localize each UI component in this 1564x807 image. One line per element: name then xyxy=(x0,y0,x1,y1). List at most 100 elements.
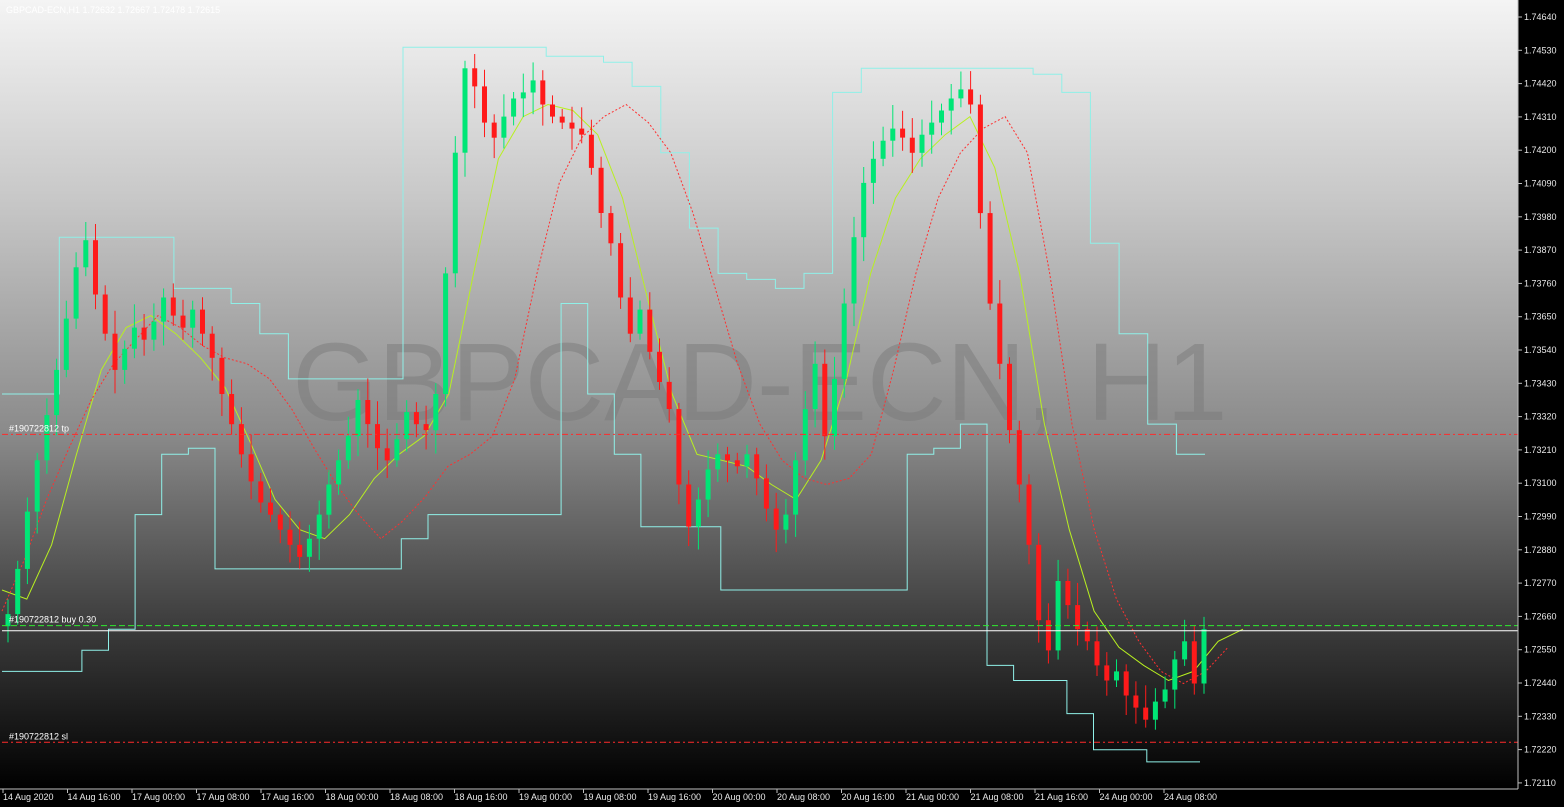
candle-body xyxy=(238,424,244,455)
candle-body xyxy=(501,116,507,138)
candle-body xyxy=(569,122,575,129)
candle-body xyxy=(102,294,108,334)
candle-body xyxy=(219,357,225,394)
y-tick-label: 1.74640 xyxy=(1524,12,1557,22)
candle-body xyxy=(744,454,750,467)
candle-body xyxy=(1065,581,1071,606)
candle-body xyxy=(686,484,692,527)
x-tick-label: 21 Aug 00:00 xyxy=(906,792,959,802)
candle-body xyxy=(929,122,935,135)
price-chart[interactable]: GBPCAD-ECN, H1 #190722812 tp #190722812 b… xyxy=(0,0,1564,807)
candle-body xyxy=(472,68,478,87)
y-tick-label: 1.72550 xyxy=(1524,645,1557,655)
candle-body xyxy=(1007,363,1012,431)
candle-body xyxy=(559,116,565,123)
candle-body xyxy=(1201,629,1207,684)
candle-body xyxy=(734,460,740,467)
candle-body xyxy=(851,237,857,304)
candle-body xyxy=(1182,641,1188,660)
candle-body xyxy=(15,568,21,615)
candle-body xyxy=(773,508,779,530)
candle-body xyxy=(987,213,993,304)
y-tick-label: 1.73430 xyxy=(1524,378,1557,388)
candle-body xyxy=(783,514,789,530)
candle-body xyxy=(588,134,594,168)
candle-body xyxy=(326,484,332,515)
x-tick-label: 19 Aug 16:00 xyxy=(648,792,701,802)
candle-body xyxy=(83,240,89,268)
candle-body xyxy=(209,333,215,358)
x-tick-label: 19 Aug 00:00 xyxy=(519,792,572,802)
candle-body xyxy=(141,327,147,340)
candle-body xyxy=(530,80,536,93)
candle-body xyxy=(822,363,828,437)
candle-body xyxy=(287,529,293,545)
candle-body xyxy=(161,297,167,322)
candle-body xyxy=(861,182,867,238)
candle-body xyxy=(491,122,497,138)
candle-body xyxy=(968,89,974,105)
candle-body xyxy=(277,514,283,530)
candle-body xyxy=(997,303,1003,364)
candle-body xyxy=(482,86,487,123)
x-tick-label: 21 Aug 08:00 xyxy=(971,792,1024,802)
candle-body xyxy=(676,409,682,485)
candle-body xyxy=(870,158,876,183)
candle-body xyxy=(73,267,79,319)
y-tick-label: 1.74310 xyxy=(1524,112,1557,122)
y-tick-label: 1.72440 xyxy=(1524,678,1557,688)
candle-body xyxy=(1104,665,1110,681)
candle-body xyxy=(462,68,468,153)
candle-body xyxy=(355,400,361,437)
x-tick-label: 14 Aug 16:00 xyxy=(68,792,121,802)
candle-body xyxy=(1036,544,1042,621)
candle-body xyxy=(345,436,351,461)
candle-body xyxy=(1016,430,1022,485)
candle-body xyxy=(1114,671,1119,681)
y-tick-label: 1.72330 xyxy=(1524,711,1557,721)
y-tick-label: 1.74200 xyxy=(1524,145,1557,155)
candle-body xyxy=(24,511,30,569)
candle-body xyxy=(297,544,303,557)
candle-body xyxy=(433,394,439,431)
candle-body xyxy=(540,80,546,105)
chart-header: GBPCAD-ECN,H1 1.72632 1.72667 1.72478 1.… xyxy=(6,5,220,15)
candle-body xyxy=(1162,689,1168,702)
x-tick-label: 18 Aug 16:00 xyxy=(455,792,508,802)
candle-body xyxy=(627,297,633,334)
y-tick-label: 1.73650 xyxy=(1524,312,1557,322)
candle-body xyxy=(841,303,847,379)
x-tick-label: 17 Aug 16:00 xyxy=(261,792,314,802)
x-tick-label: 17 Aug 08:00 xyxy=(197,792,250,802)
candle-body xyxy=(948,98,954,111)
candle-body xyxy=(812,363,818,409)
y-tick-label: 1.73760 xyxy=(1524,278,1557,288)
candle-body xyxy=(647,309,653,352)
candle-body xyxy=(404,412,410,440)
y-tick-label: 1.74090 xyxy=(1524,179,1557,189)
y-tick-label: 1.73870 xyxy=(1524,245,1557,255)
candle-body xyxy=(890,128,896,141)
candle-body xyxy=(394,439,400,461)
tp-level-label: #190722812 tp xyxy=(9,423,69,433)
y-tick-label: 1.72660 xyxy=(1524,611,1557,621)
candle-body xyxy=(384,448,390,461)
candle-body xyxy=(365,400,371,425)
candle-body xyxy=(598,167,604,213)
sl-level-label: #190722812 sl xyxy=(9,731,68,741)
x-tick-label: 18 Aug 08:00 xyxy=(390,792,443,802)
candle-body xyxy=(511,98,517,117)
candle-body xyxy=(200,309,205,334)
x-tick-label: 20 Aug 08:00 xyxy=(777,792,830,802)
candle-body xyxy=(306,538,312,557)
candle-body xyxy=(1026,484,1032,545)
x-tick-label: 19 Aug 08:00 xyxy=(584,792,637,802)
x-tick-label: 24 Aug 08:00 xyxy=(1164,792,1217,802)
candle-body xyxy=(832,378,837,437)
candle-body xyxy=(423,424,429,431)
candle-body xyxy=(44,415,50,461)
candle-body xyxy=(1143,707,1149,720)
candle-body xyxy=(190,309,196,328)
candle-body xyxy=(443,273,449,394)
candle-body xyxy=(705,469,711,500)
